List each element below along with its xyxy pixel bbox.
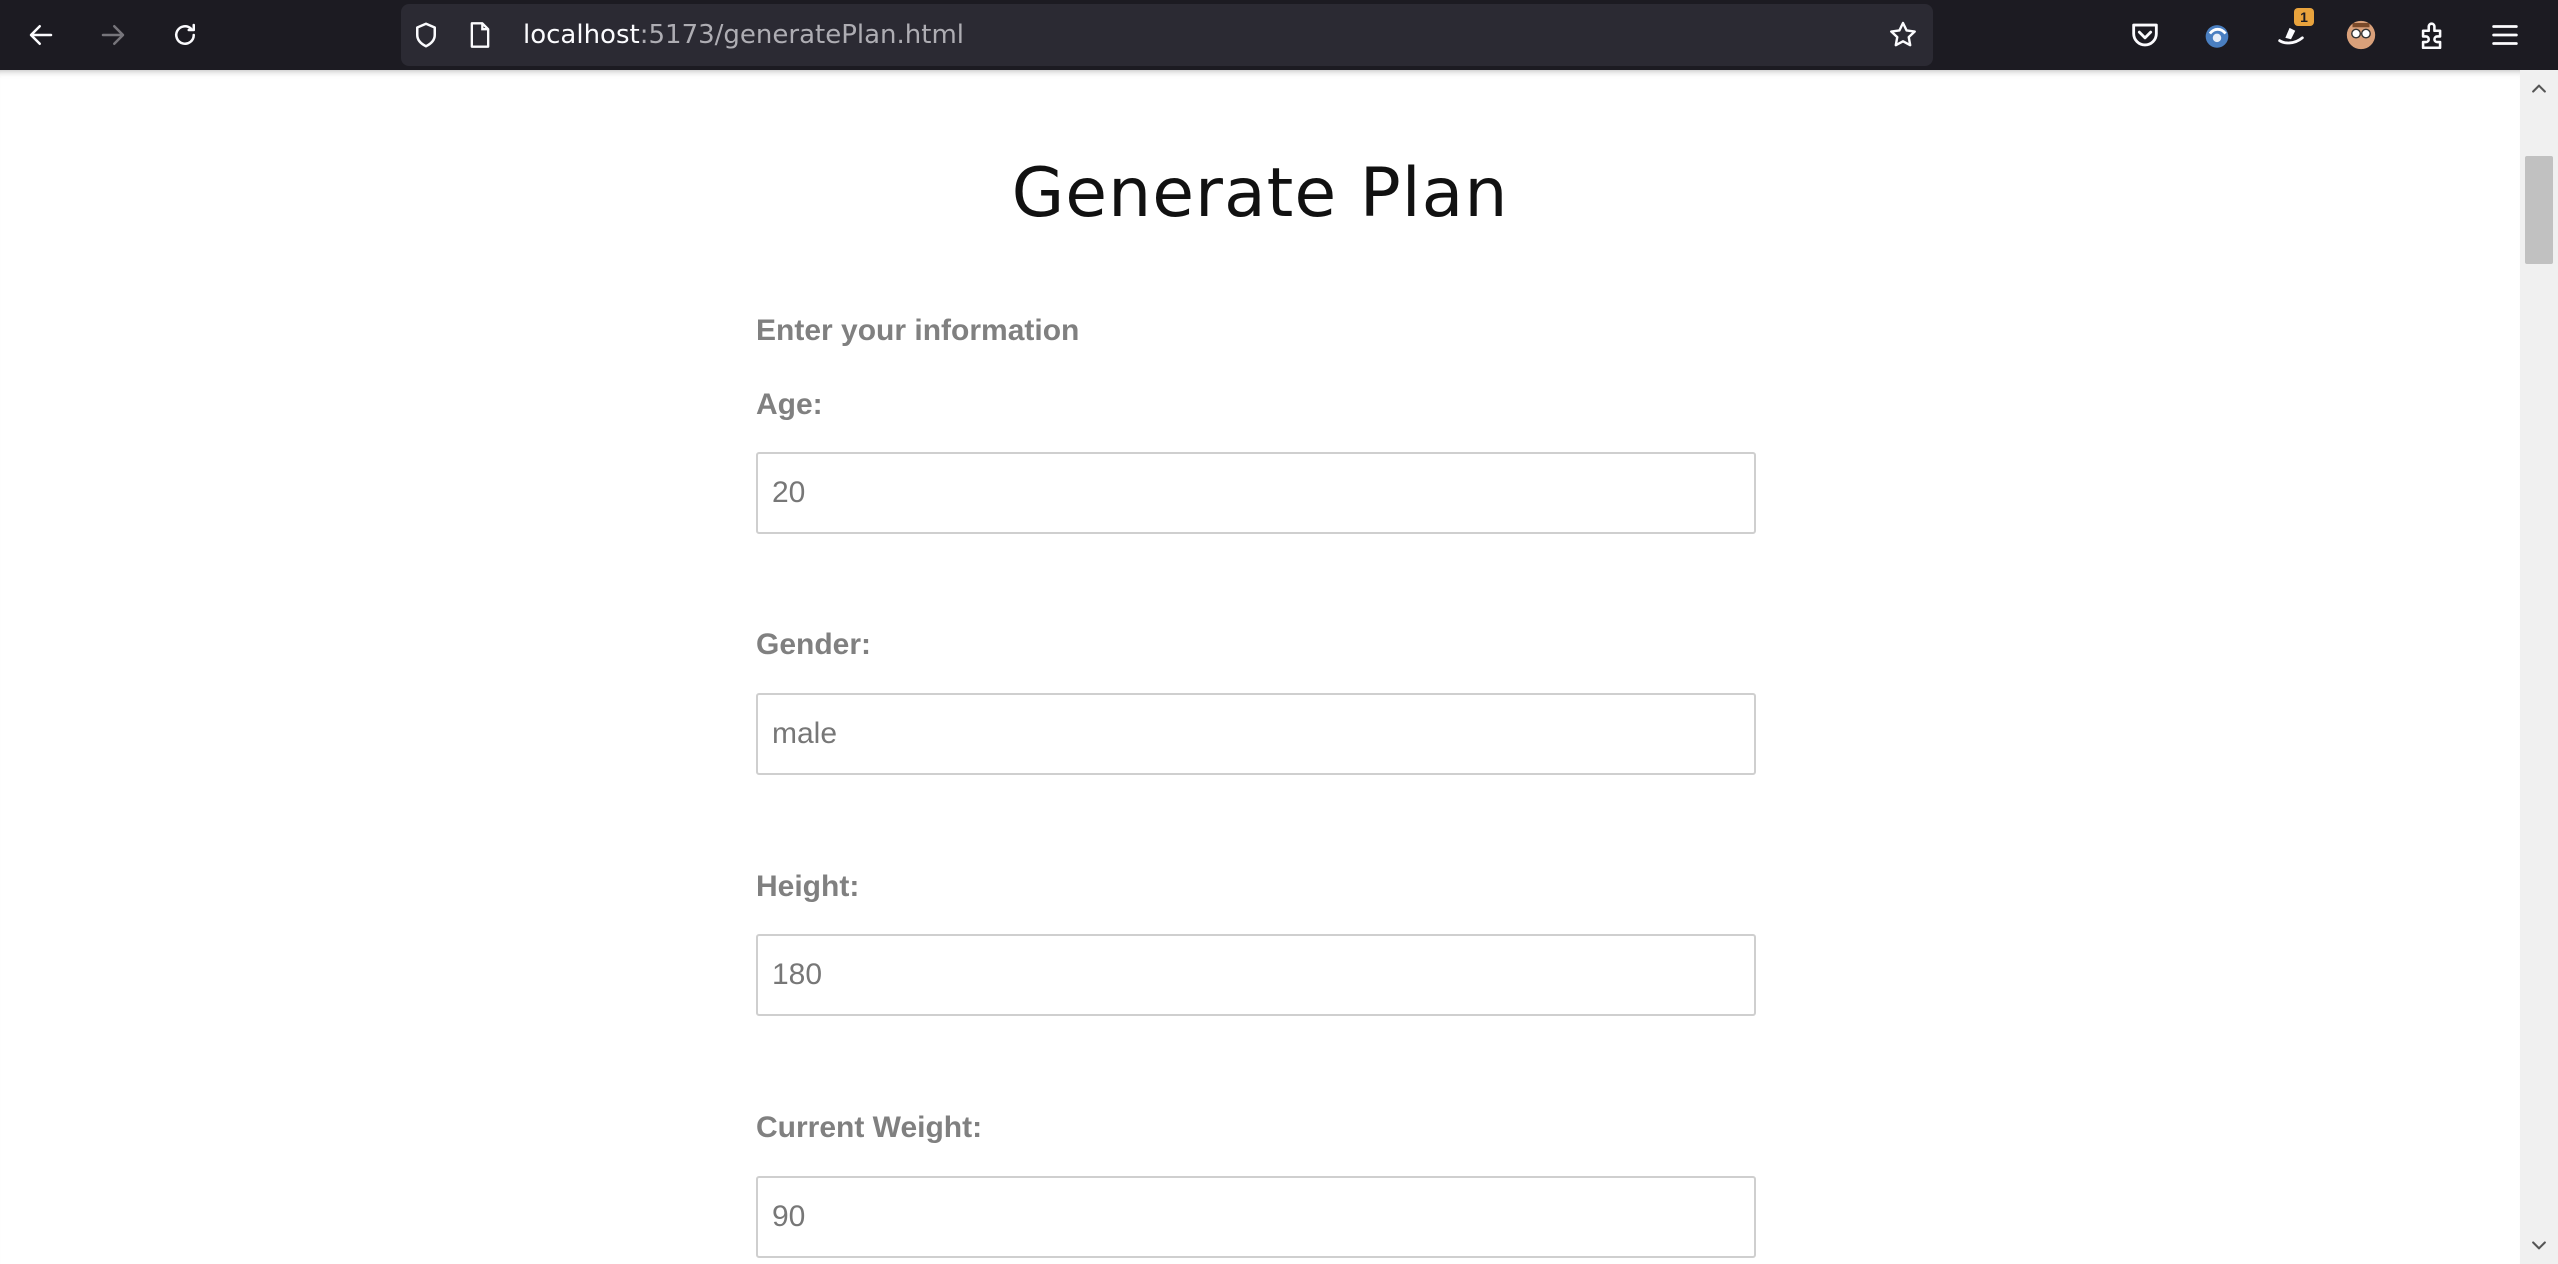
url-text[interactable]: localhost:5173/generatePlan.html xyxy=(523,22,964,48)
scroll-up-button[interactable] xyxy=(2520,70,2558,108)
browser-toolbar: localhost:5173/generatePlan.html 1 xyxy=(0,0,2558,70)
extensions-puzzle-icon xyxy=(2421,22,2442,50)
gender-label: Gender: xyxy=(756,628,872,661)
bookmark-star-icon[interactable] xyxy=(1887,19,1919,51)
back-icon xyxy=(29,25,53,45)
height-label: Height: xyxy=(756,870,860,903)
age-input[interactable] xyxy=(756,452,1756,534)
scroll-down-button[interactable] xyxy=(2520,1226,2558,1264)
shield-icon[interactable] xyxy=(411,20,441,50)
scroll-thumb[interactable] xyxy=(2525,156,2553,264)
forward-icon xyxy=(101,25,125,45)
page-title: Generate Plan xyxy=(1011,154,1509,233)
current-weight-label: Current Weight: xyxy=(756,1111,983,1144)
url-host: localhost xyxy=(523,20,640,50)
extension-button-2[interactable]: 1 xyxy=(2272,8,2314,54)
menu-icon xyxy=(2492,25,2518,45)
pocket-icon xyxy=(2132,23,2158,47)
chevron-down-icon xyxy=(2532,1241,2546,1250)
pocket-button[interactable] xyxy=(2126,16,2164,54)
extension-icon xyxy=(2205,25,2229,48)
form-subtitle: Enter your information xyxy=(756,314,1080,347)
menu-button[interactable] xyxy=(2486,16,2524,54)
page-icon[interactable] xyxy=(467,21,493,49)
reload-icon xyxy=(175,23,195,45)
reload-button[interactable] xyxy=(163,13,207,57)
extension-badge: 1 xyxy=(2294,8,2314,26)
age-label: Age: xyxy=(756,388,823,421)
forward-button[interactable] xyxy=(91,13,135,57)
gender-input[interactable] xyxy=(756,693,1756,775)
vertical-scrollbar[interactable] xyxy=(2520,70,2558,1264)
avatar-icon xyxy=(2346,20,2376,50)
chevron-up-icon xyxy=(2532,84,2546,93)
profile-button[interactable] xyxy=(2342,16,2380,54)
back-button[interactable] xyxy=(19,13,63,57)
page-viewport: Generate Plan Enter your information Age… xyxy=(0,70,2520,1264)
current-weight-input[interactable] xyxy=(756,1176,1756,1258)
url-path: :5173/generatePlan.html xyxy=(639,20,964,50)
height-input[interactable] xyxy=(756,934,1756,1016)
extensions-button[interactable] xyxy=(2414,16,2452,54)
extension-button-1[interactable] xyxy=(2198,16,2236,54)
url-bar[interactable]: localhost:5173/generatePlan.html xyxy=(401,4,1933,66)
